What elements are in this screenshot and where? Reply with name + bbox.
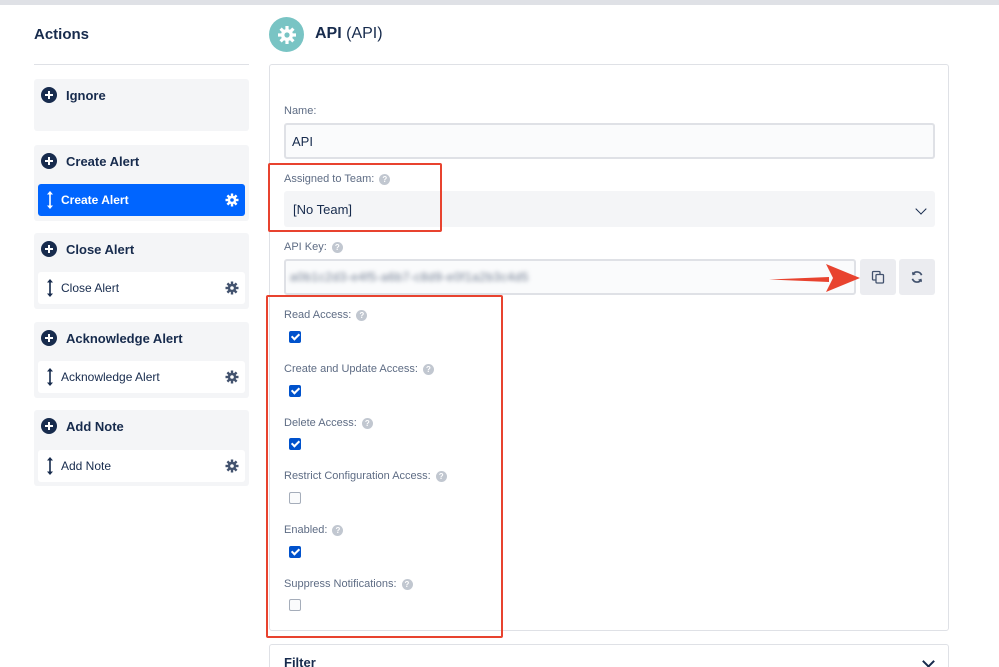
plus-circle-icon [41, 153, 57, 169]
group-label: Add Note [66, 418, 124, 434]
action-item-create-alert[interactable]: Create Alert [38, 184, 245, 216]
api-key-label-text: API Key: [284, 241, 327, 253]
name-input[interactable]: API [284, 123, 935, 159]
plus-circle-icon [41, 330, 57, 346]
api-key-label: API Key: ? [284, 241, 343, 253]
sidebar-title: Actions [34, 26, 90, 43]
page-title-name: API [315, 25, 342, 42]
action-item-label: Acknowledge Alert [61, 370, 160, 384]
action-item-acknowledge-alert[interactable]: Acknowledge Alert [38, 361, 245, 393]
gear-icon[interactable] [225, 281, 239, 295]
group-label: Acknowledge Alert [66, 330, 183, 346]
arrow-annotation-icon [769, 264, 860, 292]
filter-title: Filter [284, 655, 316, 667]
gear-icon[interactable] [225, 370, 239, 384]
action-item-close-alert[interactable]: Close Alert [38, 272, 245, 304]
drag-handle-icon[interactable] [43, 190, 57, 210]
help-icon[interactable]: ? [331, 241, 343, 253]
page-title-suffix: (API) [346, 25, 383, 42]
drag-handle-icon[interactable] [43, 456, 57, 476]
team-highlight-box [268, 163, 442, 232]
action-item-label: Add Note [61, 459, 112, 473]
sidebar-divider [34, 64, 249, 65]
name-label: Name: [284, 105, 316, 117]
regenerate-api-key-button[interactable] [899, 259, 935, 295]
gear-icon[interactable] [225, 193, 239, 207]
action-group-close-alert: Close Alert Close Alert [34, 233, 249, 309]
chevron-down-icon [915, 203, 927, 215]
action-group-add-note: Add Note Add Note [34, 410, 249, 486]
drag-handle-icon[interactable] [43, 367, 57, 387]
add-add-note-button[interactable]: Add Note [41, 417, 124, 435]
name-input-value: API [292, 133, 313, 149]
group-label: Ignore [66, 87, 106, 103]
name-label-text: Name: [284, 105, 317, 117]
plus-circle-icon [41, 87, 57, 103]
top-bar [0, 0, 999, 5]
group-label: Create Alert [66, 153, 140, 169]
add-create-alert-button[interactable]: Create Alert [41, 152, 139, 170]
add-acknowledge-alert-button[interactable]: Acknowledge Alert [41, 329, 183, 347]
plus-circle-icon [41, 241, 57, 257]
plus-circle-icon [41, 418, 57, 434]
permissions-highlight-box [266, 295, 503, 638]
refresh-icon [911, 271, 923, 283]
add-ignore-button[interactable]: Ignore [41, 86, 106, 104]
copy-api-key-button[interactable] [860, 259, 896, 295]
action-item-label: Create Alert [61, 193, 129, 207]
gear-icon[interactable] [225, 459, 239, 473]
gear-icon [277, 25, 296, 44]
filter-section[interactable]: Filter [269, 644, 949, 667]
copy-icon [871, 270, 885, 284]
action-group-ignore: Ignore [34, 79, 249, 131]
chevron-down-icon[interactable] [922, 655, 935, 667]
action-item-add-note[interactable]: Add Note [38, 450, 245, 482]
group-label: Close Alert [66, 241, 135, 257]
page-title: API (API) [315, 25, 383, 43]
add-close-alert-button[interactable]: Close Alert [41, 240, 134, 258]
action-group-create-alert: Create Alert Create Alert [34, 145, 249, 221]
api-key-value: a0b1c2d3-e4f5-a6b7-c8d9-e0f1a2b3c4d5 [290, 270, 529, 284]
action-group-acknowledge-alert: Acknowledge Alert Acknowledge Alert [34, 322, 249, 398]
integration-icon [269, 17, 304, 52]
drag-handle-icon[interactable] [43, 278, 57, 298]
action-item-label: Close Alert [61, 281, 120, 295]
